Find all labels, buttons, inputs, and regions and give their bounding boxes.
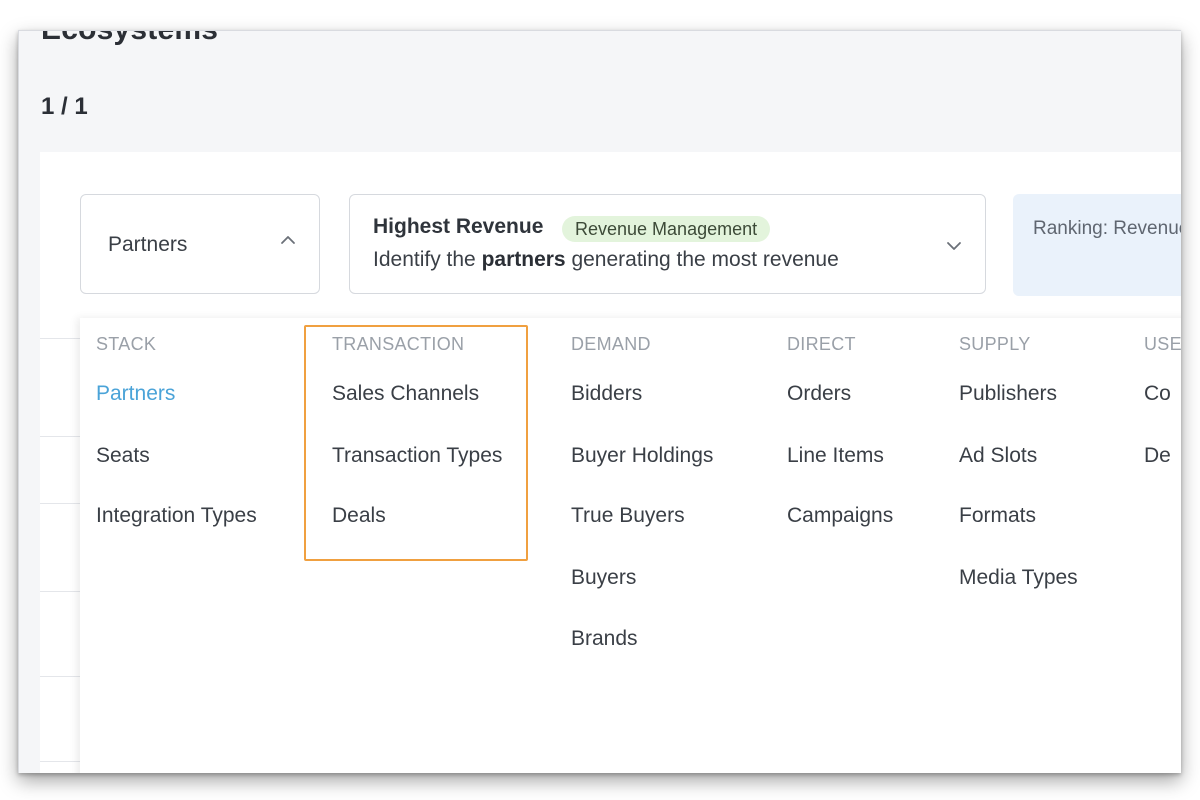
menu-item-line-items[interactable]: Line Items (787, 444, 884, 468)
menu-item-publishers[interactable]: Publishers (959, 382, 1057, 406)
column-header: TRANSACTION (332, 334, 465, 354)
column-header: USER (1144, 334, 1181, 354)
menu-item-user-1[interactable]: Co (1144, 382, 1171, 406)
menu-item-brands[interactable]: Brands (571, 627, 638, 651)
ranking-selector[interactable]: Ranking: Revenue (1013, 194, 1181, 296)
menu-item-integration-types[interactable]: Integration Types (96, 504, 257, 528)
menu-item-buyers[interactable]: Buyers (571, 566, 636, 590)
menu-column-supply: SUPPLY Publishers Ad Slots Formats Media… (959, 334, 1078, 589)
column-header: STACK (96, 334, 157, 354)
insight-description-prefix: Identify the (373, 248, 482, 271)
insight-description-suffix: generating the most revenue (565, 248, 839, 271)
menu-item-bidders[interactable]: Bidders (571, 382, 642, 406)
menu-column-user: USER Co De (1144, 334, 1181, 467)
ranking-label: Ranking: Revenue (1033, 218, 1181, 239)
insight-description: Identify the partners generating the mos… (373, 248, 839, 272)
app-window: Ecosystems 1 / 1 Partners Highest Revenu… (18, 30, 1181, 773)
menu-item-buyer-holdings[interactable]: Buyer Holdings (571, 444, 713, 468)
menu-item-partners[interactable]: Partners (96, 382, 175, 406)
menu-column-stack: STACK Partners Seats Integration Types (96, 334, 257, 527)
menu-item-media-types[interactable]: Media Types (959, 566, 1078, 590)
menu-item-deals[interactable]: Deals (332, 504, 386, 528)
column-header: DEMAND (571, 334, 651, 354)
chevron-down-icon (947, 242, 961, 250)
insight-select[interactable]: Highest Revenue Revenue Management Ident… (349, 194, 986, 294)
menu-item-orders[interactable]: Orders (787, 382, 851, 406)
dimension-dropdown-menu: STACK Partners Seats Integration Types T… (80, 318, 1181, 773)
dimension-select[interactable]: Partners (80, 194, 320, 294)
insight-description-bold: partners (481, 248, 566, 271)
menu-item-transaction-types[interactable]: Transaction Types (332, 444, 502, 468)
menu-column-transaction: TRANSACTION Sales Channels Transaction T… (332, 334, 502, 527)
menu-item-true-buyers[interactable]: True Buyers (571, 504, 685, 528)
content-panel: Partners Highest Revenue Revenue Managem… (40, 152, 1181, 773)
column-header: SUPPLY (959, 334, 1031, 354)
dimension-select-value: Partners (108, 233, 188, 256)
menu-item-campaigns[interactable]: Campaigns (787, 504, 893, 528)
menu-column-demand: DEMAND Bidders Buyer Holdings True Buyer… (571, 334, 713, 650)
page-title: Ecosystems (41, 31, 218, 47)
chevron-up-icon (281, 236, 295, 244)
menu-column-direct: DIRECT Orders Line Items Campaigns (787, 334, 893, 527)
menu-item-ad-slots[interactable]: Ad Slots (959, 444, 1037, 468)
pagination-indicator: 1 / 1 (41, 93, 88, 120)
category-badge: Revenue Management (562, 216, 771, 242)
menu-item-seats[interactable]: Seats (96, 444, 150, 468)
column-header: DIRECT (787, 334, 856, 354)
menu-item-user-2[interactable]: De (1144, 444, 1171, 468)
insight-title: Highest Revenue (373, 215, 544, 238)
menu-item-sales-channels[interactable]: Sales Channels (332, 382, 479, 406)
menu-item-formats[interactable]: Formats (959, 504, 1036, 528)
